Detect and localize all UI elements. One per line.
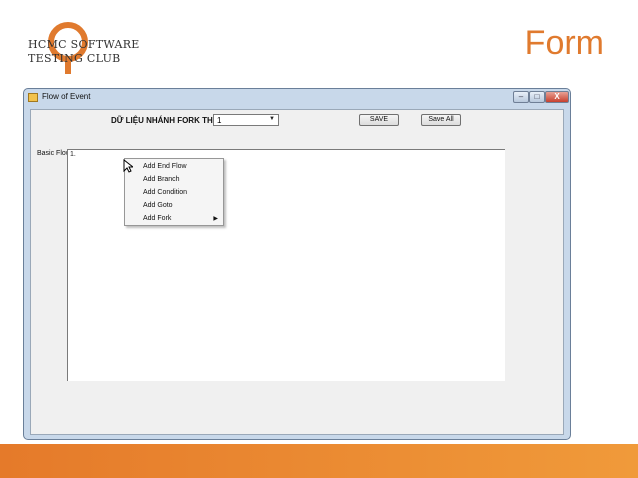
- save-all-button[interactable]: Save All: [421, 114, 461, 126]
- window-titlebar[interactable]: Flow of Event – □ X: [24, 89, 570, 107]
- chevron-down-icon: ▼: [269, 116, 275, 122]
- save-button[interactable]: SAVE: [359, 114, 399, 126]
- context-menu: Add End Flow Add Branch Add Condition Ad…: [124, 158, 224, 226]
- submenu-arrow-icon: ▶: [213, 216, 218, 222]
- maximize-button[interactable]: □: [529, 91, 545, 103]
- form-client-area: DỮ LIỆU NHÁNH FORK THỨ 1 ▼ SAVE Save All…: [30, 109, 564, 435]
- menu-item-add-condition[interactable]: Add Condition: [143, 189, 187, 196]
- window-title: Flow of Event: [42, 92, 91, 101]
- slide-title: Form: [524, 24, 604, 62]
- footer-bar: [0, 444, 638, 478]
- app-window: Flow of Event – □ X DỮ LIỆU NHÁNH FORK T…: [23, 88, 571, 440]
- fork-label: DỮ LIỆU NHÁNH FORK THỨ: [111, 116, 220, 125]
- logo-text-line2: TESTING CLUB: [28, 52, 121, 65]
- minimize-button[interactable]: –: [513, 91, 529, 103]
- close-button[interactable]: X: [545, 91, 569, 103]
- menu-item-add-branch[interactable]: Add Branch: [143, 176, 180, 183]
- basic-flow-label: Basic Flow: [37, 150, 71, 157]
- hcmc-logo: HCMC SOFTWARE TESTING CLUB: [20, 16, 139, 76]
- menu-item-add-goto[interactable]: Add Goto: [143, 202, 173, 209]
- mouse-cursor-icon: [123, 159, 133, 173]
- fork-select-value: 1: [217, 116, 222, 125]
- logo-text-line1: HCMC SOFTWARE: [28, 38, 140, 51]
- menu-item-add-end-flow[interactable]: Add End Flow: [143, 163, 187, 170]
- app-icon: [28, 93, 38, 102]
- basic-flow-text: 1.: [70, 151, 76, 158]
- menu-item-add-fork[interactable]: Add Fork: [143, 215, 171, 222]
- fork-select[interactable]: 1 ▼: [213, 114, 279, 126]
